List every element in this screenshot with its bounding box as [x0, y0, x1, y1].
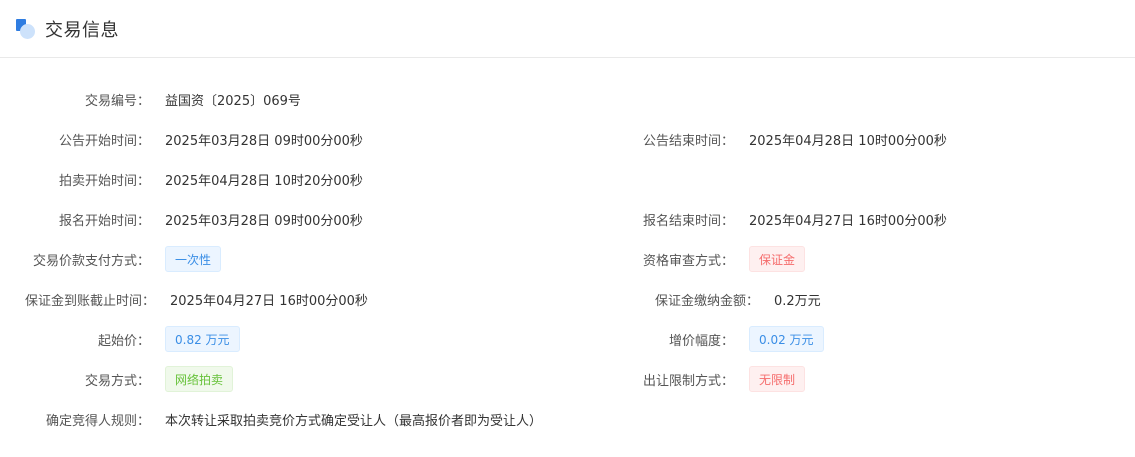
- notice-end-label: 公告结束时间：: [642, 134, 734, 149]
- deposit-amount-label: 保证金缴纳金额：: [654, 294, 759, 309]
- start-price-tag: 0.82 万元: [165, 326, 240, 352]
- notice-start-value: 2025年03月28日 09时00分00秒: [165, 134, 363, 149]
- increment-label: 增价幅度：: [668, 334, 734, 349]
- qualification-method-label: 资格审查方式：: [642, 254, 734, 269]
- payment-method-label: 交易价款支付方式：: [32, 254, 150, 269]
- trade-no-label: 交易编号：: [84, 94, 150, 109]
- signup-start-value: 2025年03月28日 09时00分00秒: [165, 214, 363, 229]
- auction-start-value: 2025年04月28日 10时20分00秒: [165, 174, 363, 189]
- trade-method-tag: 网络拍卖: [165, 366, 234, 392]
- winner-rule-value: 本次转让采取拍卖竞价方式确定受让人（最高报价者即为受让人）: [165, 414, 543, 429]
- trade-method-label: 交易方式：: [84, 374, 150, 389]
- qualification-method-tag: 保证金: [749, 246, 806, 272]
- section-header: 交易信息: [0, 0, 1135, 58]
- start-price-label: 起始价：: [97, 334, 150, 349]
- winner-rule-label: 确定竞得人规则：: [45, 414, 150, 429]
- signup-start-label: 报名开始时间：: [58, 214, 150, 229]
- signup-end-value: 2025年04月27日 16时00分00秒: [749, 214, 947, 229]
- notice-end-value: 2025年04月28日 10时00分00秒: [749, 134, 947, 149]
- trade-no-value: 益国资〔2025〕069号: [165, 94, 301, 109]
- deposit-amount-value: 0.2万元: [774, 294, 821, 309]
- notice-start-label: 公告开始时间：: [58, 134, 150, 149]
- auction-start-label: 拍卖开始时间：: [58, 174, 150, 189]
- payment-method-tag: 一次性: [165, 246, 222, 272]
- transfer-limit-label: 出让限制方式：: [642, 374, 734, 389]
- section-icon: [16, 18, 36, 39]
- section-title: 交易信息: [45, 19, 119, 41]
- increment-tag: 0.02 万元: [749, 326, 824, 352]
- deposit-deadline-value: 2025年04月27日 16时00分00秒: [170, 294, 368, 309]
- deposit-deadline-label: 保证金到账截止时间：: [24, 294, 155, 309]
- transfer-limit-tag: 无限制: [749, 366, 806, 392]
- signup-end-label: 报名结束时间：: [642, 214, 734, 229]
